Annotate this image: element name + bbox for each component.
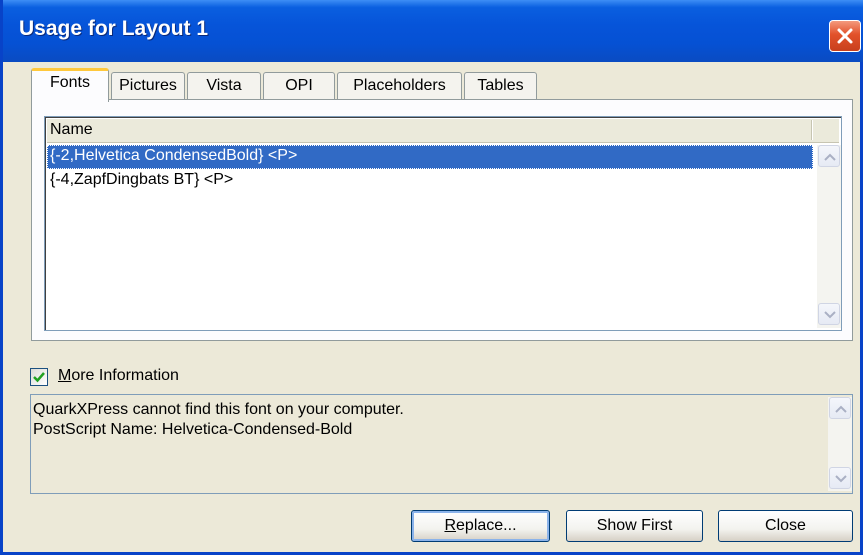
list-item[interactable]: {-4,ZapfDingbats BT} <P> xyxy=(47,169,813,193)
list-item-label: {-2,Helvetica CondensedBold} <P> xyxy=(50,147,298,164)
column-divider[interactable] xyxy=(811,120,813,140)
list-item-label: {-4,ZapfDingbats BT} <P> xyxy=(50,171,234,188)
close-icon xyxy=(837,28,853,44)
tab-tables[interactable]: Tables xyxy=(464,72,537,100)
font-usage-list[interactable]: Name {-2,Helvetica CondensedBold} <P> {-… xyxy=(44,116,842,331)
information-text-area[interactable]: QuarkXPress cannot find this font on you… xyxy=(30,394,853,494)
tab-opi[interactable]: OPI xyxy=(263,72,335,100)
fonts-tab-panel: Name {-2,Helvetica CondensedBold} <P> {-… xyxy=(31,99,853,341)
chevron-up-icon xyxy=(835,405,847,413)
dialog-window: Usage for Layout 1 Fonts Pictures Vista … xyxy=(0,0,863,555)
column-header-filler xyxy=(815,119,839,143)
column-header-label: Name xyxy=(50,121,93,138)
list-scrollbar[interactable] xyxy=(817,145,841,328)
list-item[interactable]: {-2,Helvetica CondensedBold} <P> xyxy=(47,145,813,169)
label-rest: ore Information xyxy=(71,367,179,384)
label-mnemonic: M xyxy=(58,367,72,384)
button-label-rest: eplace... xyxy=(456,517,517,534)
scroll-up-button[interactable] xyxy=(829,397,851,419)
checkmark-icon xyxy=(33,372,45,383)
scroll-down-button[interactable] xyxy=(818,303,840,325)
button-mnemonic: R xyxy=(444,517,457,534)
chevron-down-icon xyxy=(824,311,836,319)
close-button[interactable]: Close xyxy=(718,510,853,542)
info-line: PostScript Name: Helvetica-Condensed-Bol… xyxy=(33,421,353,438)
more-information-checkbox[interactable] xyxy=(30,368,48,386)
window-title: Usage for Layout 1 xyxy=(19,17,209,40)
chevron-down-icon xyxy=(835,475,847,483)
column-header-name[interactable]: Name xyxy=(47,119,815,143)
tab-placeholders[interactable]: Placeholders xyxy=(337,72,462,100)
info-line: QuarkXPress cannot find this font on you… xyxy=(33,401,404,418)
scroll-down-button[interactable] xyxy=(829,467,851,489)
close-window-button[interactable] xyxy=(829,20,861,52)
info-scrollbar[interactable] xyxy=(828,397,852,491)
tab-pictures[interactable]: Pictures xyxy=(111,72,185,100)
tab-vista[interactable]: Vista xyxy=(187,72,261,100)
replace-button[interactable]: Replace... xyxy=(411,510,550,542)
tab-fonts[interactable]: Fonts xyxy=(31,68,109,102)
chevron-up-icon xyxy=(824,153,836,161)
title-bar[interactable]: Usage for Layout 1 xyxy=(3,0,863,62)
show-first-button[interactable]: Show First xyxy=(566,510,703,542)
scroll-up-button[interactable] xyxy=(818,145,840,167)
more-information-label: More Information xyxy=(58,367,179,385)
